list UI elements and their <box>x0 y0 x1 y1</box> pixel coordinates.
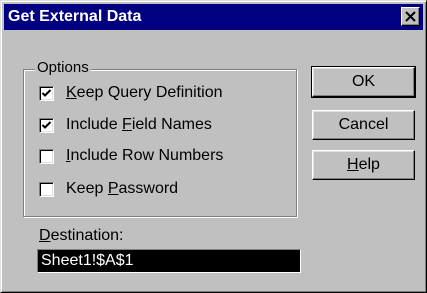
destination-label: Destination: <box>39 227 124 244</box>
keep-password-label: Keep Password <box>66 180 179 197</box>
keep-query-definition-label: Keep Query Definition <box>66 84 223 101</box>
keep-password-checkbox[interactable]: Keep Password <box>39 179 178 199</box>
include-field-names-checkbox[interactable]: Include Field Names <box>39 115 212 135</box>
checkbox-box[interactable] <box>39 181 54 197</box>
help-button[interactable]: Help <box>312 150 415 180</box>
checkbox-box[interactable] <box>39 148 54 164</box>
title-bar[interactable]: Get External Data <box>4 4 423 30</box>
destination-input[interactable]: Sheet1!$A$1 <box>37 249 301 273</box>
close-x-icon <box>405 11 416 22</box>
help-label-rest: elp <box>358 156 380 173</box>
checkbox-box[interactable] <box>39 117 54 133</box>
ok-button[interactable]: OK <box>311 66 416 98</box>
help-accesskey: H <box>347 156 359 173</box>
cancel-button[interactable]: Cancel <box>312 110 415 140</box>
options-group-label: Options <box>35 59 91 77</box>
checkmark-icon <box>42 120 51 129</box>
close-button[interactable] <box>401 7 420 26</box>
include-field-names-label: Include Field Names <box>66 116 212 133</box>
get-external-data-dialog: Get External Data Options Keep Query Def… <box>0 0 427 293</box>
include-row-numbers-checkbox[interactable]: Include Row Numbers <box>39 146 223 166</box>
include-row-numbers-label: Include Row Numbers <box>66 147 224 164</box>
dialog-title: Get External Data <box>8 8 142 25</box>
keep-query-definition-checkbox[interactable]: Keep Query Definition <box>39 83 223 103</box>
checkbox-box[interactable] <box>39 85 54 101</box>
checkmark-icon <box>42 88 51 97</box>
